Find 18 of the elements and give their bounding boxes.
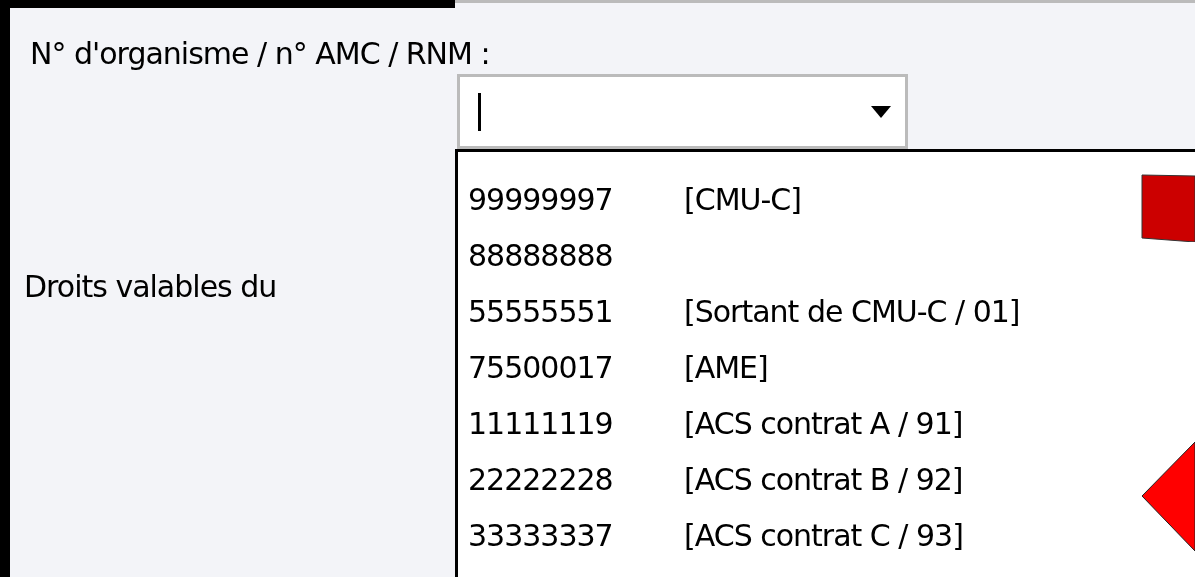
dropdown-arrow-icon[interactable] [871, 105, 891, 118]
option-code[interactable]: 55555551 [468, 292, 684, 332]
text-cursor [478, 92, 481, 131]
option-label[interactable]: [ACS contrat A / 91] [684, 404, 963, 444]
diamond-icon [1141, 441, 1195, 551]
option-label[interactable]: [AME] [684, 348, 768, 388]
option-code[interactable]: 88888888 [468, 236, 684, 276]
option-code[interactable]: 11111119 [468, 404, 684, 444]
option-label[interactable]: [CMU-C] [684, 180, 801, 220]
field-label: N° d'organisme / n° AMC / RNM : [30, 35, 491, 73]
option-label[interactable]: [Sortant de CMU-C / 01] [684, 292, 1020, 332]
option-label[interactable]: [ACS contrat C / 93] [684, 516, 963, 556]
option-label[interactable]: [ACS contrat B / 92] [684, 460, 963, 500]
field-label: Droits valables du [24, 268, 278, 306]
option-code[interactable]: 22222228 [468, 460, 684, 500]
option-code[interactable]: 99999997 [468, 180, 684, 220]
option-code[interactable]: 75500017 [468, 348, 684, 388]
option-code[interactable]: 33333337 [468, 516, 684, 556]
